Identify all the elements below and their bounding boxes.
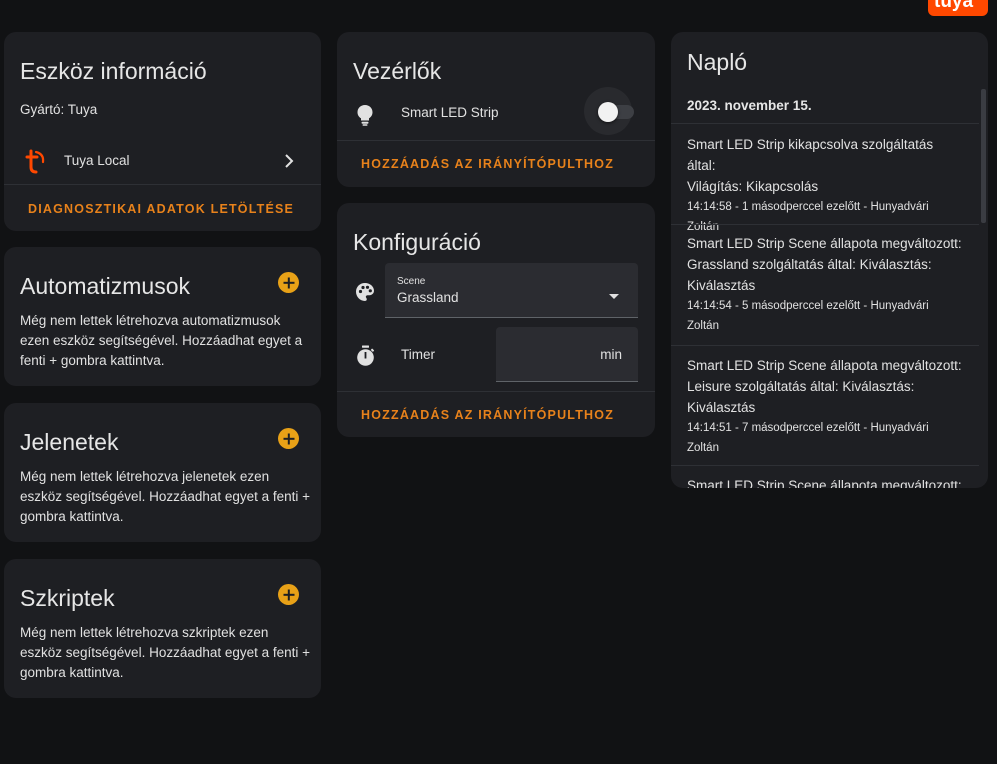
automations-title: Automatizmusok [20,273,191,299]
logbook-entry-text: Kiválasztás [687,400,756,415]
scene-select-value: Grassland [397,290,459,305]
device-info-card: Eszköz információ Gyártó: Tuya Tuya Loca… [4,32,321,231]
logbook-entry[interactable]: Smart LED Strip Scene állapota megváltoz… [671,355,979,458]
add-to-dashboard-button[interactable]: HOZZÁADÁS AZ IRÁNYÍTÓPULTHOZ [361,408,614,422]
scrollbar-thumb[interactable] [981,89,986,223]
entity-row[interactable]: Smart LED Strip [337,87,655,140]
scripts-title: Szkriptek [20,585,115,611]
caret-down-icon [609,287,619,305]
logbook-entry-text: Kiválasztás [687,278,756,293]
logbook-entry-text: Smart LED Strip Scene állapota megváltoz… [687,236,962,251]
controls-card: Vezérlők Smart LED Strip HOZZÁADÁS AZ IR… [337,32,655,187]
timer-input[interactable]: min [496,327,638,382]
logbook-entry[interactable]: Smart LED Strip Scene állapota megváltoz… [671,233,979,336]
scripts-empty-text: Még nem lettek létrehozva szkriptek ezen… [20,625,311,680]
entity-name: Smart LED Strip [401,105,499,120]
logbook-entry[interactable]: Smart LED Strip Scene állapota megváltoz… [671,475,979,488]
timer-unit: min [600,347,622,362]
palette-icon [355,282,375,307]
logbook-entry-meta: 14:14:51 - 7 másodperccel ezelőtt - Huny… [687,422,929,434]
toggle-knob[interactable] [598,102,618,122]
device-info-title: Eszköz információ [20,58,207,84]
divider [337,140,655,141]
divider [671,224,979,225]
automations-card: Automatizmusok Még nem lettek létrehozva… [4,247,321,386]
logbook-entry-meta: 14:14:58 - 1 másodperccel ezelőtt - Huny… [687,201,929,213]
timer-label: Timer [401,347,435,362]
add-script-button[interactable] [278,584,299,605]
logbook-entry-text: Smart LED Strip Scene állapota megváltoz… [687,358,962,373]
scenes-title: Jelenetek [20,429,119,455]
integration-row[interactable]: Tuya Local [4,140,321,184]
scenes-card: Jelenetek Még nem lettek létrehozva jele… [4,403,321,542]
integration-name: Tuya Local [64,153,130,168]
add-automation-button[interactable] [278,272,299,293]
lightbulb-icon [356,104,374,131]
logbook-entry-text: Leisure szolgáltatás által: Kiválasztás: [687,379,915,394]
divider [337,391,655,392]
scene-select-label: Scene [397,276,426,287]
logbook-entry-meta: Zoltán [687,442,719,454]
logbook-card: Napló 2023. november 15. Smart LED Strip… [671,32,988,488]
manufacturer-text: Gyártó: Tuya [20,102,98,117]
download-diagnostics-button[interactable]: DIAGNOSZTIKAI ADATOK LETÖLTÉSE [28,202,294,216]
logbook-date: 2023. november 15. [687,98,812,113]
logbook-entry-meta: Zoltán [687,320,719,332]
brand-logo-text: tuya [934,0,974,12]
tuya-logo-icon [22,148,48,176]
scenes-empty-text: Még nem lettek létrehozva jelenetek ezen… [20,469,311,524]
controls-title: Vezérlők [353,58,442,84]
divider [671,123,979,124]
timer-icon [356,345,375,372]
scene-select[interactable]: Scene Grassland [385,263,638,318]
logbook-entry-text: Smart LED Strip Scene állapota megváltoz… [687,478,962,488]
brand-logo: tuya [928,0,988,16]
scripts-card: Szkriptek Még nem lettek létrehozva szkr… [4,559,321,698]
automations-empty-text: Még nem lettek létrehozva automatizmusok… [20,313,303,368]
add-to-dashboard-button[interactable]: HOZZÁADÁS AZ IRÁNYÍTÓPULTHOZ [361,157,614,171]
logbook-entry-meta: 14:14:54 - 5 másodperccel ezelőtt - Huny… [687,300,929,312]
configuration-title: Konfiguráció [353,229,481,255]
chevron-right-icon [283,153,295,174]
divider [4,184,321,185]
logbook-entry[interactable]: Smart LED Strip kikapcsolva szolgáltatás… [671,134,979,237]
logbook-entry-text: Világítás: Kikapcsolás [687,179,819,194]
divider [671,465,979,466]
divider [671,345,979,346]
logbook-entry-text: Grassland szolgáltatás által: Kiválasztá… [687,257,932,272]
logbook-entry-text: Smart LED Strip kikapcsolva szolgáltatás… [687,137,934,173]
logbook-title: Napló [687,49,748,75]
add-scene-button[interactable] [278,428,299,449]
configuration-card: Konfiguráció Scene Grassland Timer min H… [337,203,655,437]
